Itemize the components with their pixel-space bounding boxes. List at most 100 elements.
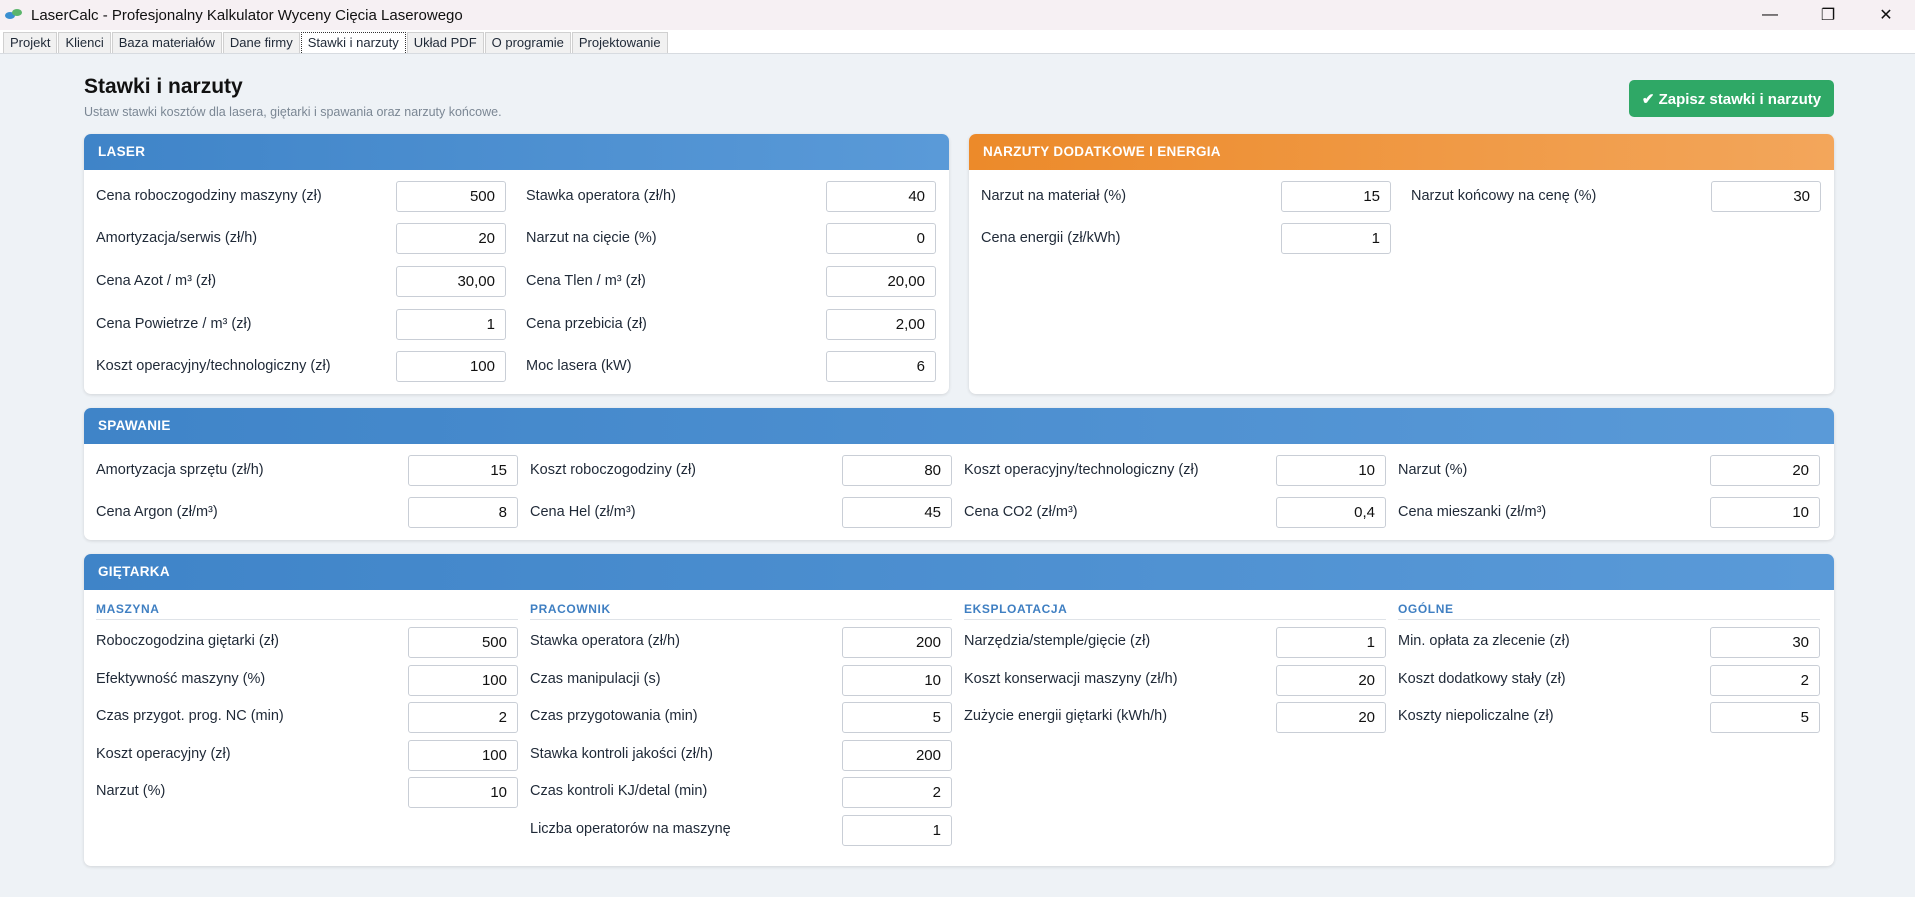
field-label: Efektywność maszyny (%) (96, 671, 266, 687)
field-label: Koszt operacyjny/technologiczny (zł) (96, 358, 331, 374)
energy-price-input[interactable]: 1 (1281, 223, 1391, 254)
press-brake-card: GIĘTARKA MASZYNA Roboczogodzina giętarki… (84, 554, 1834, 866)
field-label: Czas kontroli KJ/detal (min) (530, 783, 708, 799)
press-brake-operational-cost-input[interactable]: 100 (408, 740, 518, 771)
final-price-markup-input[interactable]: 30 (1711, 181, 1821, 212)
tab-o-programie[interactable]: O programie (484, 32, 571, 53)
machine-efficiency-input[interactable]: 100 (408, 665, 518, 696)
section-divider (1398, 619, 1820, 620)
laser-amortization-input[interactable]: 20 (396, 223, 506, 254)
minimize-button[interactable]: — (1741, 0, 1799, 30)
laser-air-price-input[interactable]: 1 (396, 309, 506, 340)
laser-oxygen-price-input[interactable]: 20,00 (826, 266, 936, 297)
app-logo-icon (5, 9, 23, 21)
field-label: Czas przygotowania (min) (530, 708, 698, 724)
field-label: Cena Azot / m³ (zł) (96, 273, 217, 289)
welding-card-header: SPAWANIE (84, 408, 1834, 444)
close-button[interactable]: ✕ (1857, 0, 1915, 30)
argon-price-input[interactable]: 8 (408, 497, 518, 528)
unaccounted-costs-input[interactable]: 5 (1710, 702, 1820, 733)
press-brake-markup-input[interactable]: 10 (408, 777, 518, 808)
field-label: Amortyzacja/serwis (zł/h) (96, 230, 258, 246)
field-label: Narzut (%) (96, 783, 166, 799)
tab-projektowanie[interactable]: Projektowanie (571, 32, 668, 53)
field-label: Zużycie energii giętarki (kWh/h) (964, 708, 1168, 724)
field-label: Narzut na cięcie (%) (526, 230, 657, 246)
save-rates-button[interactable]: ✔ Zapisz stawki i narzuty (1629, 80, 1834, 117)
title-bar: LaserCalc - Profesjonalny Kalkulator Wyc… (0, 0, 1915, 30)
field-label: Stawka operatora (zł/h) (526, 188, 676, 204)
field-label: Cena mieszanki (zł/m³) (1398, 504, 1547, 520)
field-label: Cena Tlen / m³ (zł) (526, 273, 646, 289)
section-title-maszyna: MASZYNA (96, 602, 160, 616)
welding-operational-cost-input[interactable]: 10 (1276, 455, 1386, 486)
field-label: Cena roboczogodziny maszyny (zł) (96, 188, 322, 204)
markups-card: NARZUTY DODATKOWE I ENERGIA Narzut na ma… (969, 134, 1834, 394)
field-label: Amortyzacja sprzętu (zł/h) (96, 462, 264, 478)
section-title-ogolne: OGÓLNE (1398, 602, 1454, 616)
welding-labor-hour-cost-input[interactable]: 80 (842, 455, 952, 486)
press-brake-energy-input[interactable]: 20 (1276, 702, 1386, 733)
main-tab-bar: Projekt Klienci Baza materiałów Dane fir… (0, 30, 1915, 54)
laser-card: LASER Cena roboczogodziny maszyny (zł) 5… (84, 134, 949, 394)
operators-per-machine-input[interactable]: 1 (842, 815, 952, 846)
co2-price-input[interactable]: 0,4 (1276, 497, 1386, 528)
fixed-extra-cost-input[interactable]: 2 (1710, 665, 1820, 696)
gas-mix-price-input[interactable]: 10 (1710, 497, 1820, 528)
field-label: Cena Powietrze / m³ (zł) (96, 316, 252, 332)
min-order-fee-input[interactable]: 30 (1710, 627, 1820, 658)
handling-time-input[interactable]: 10 (842, 665, 952, 696)
laser-card-header: LASER (84, 134, 949, 170)
laser-power-input[interactable]: 6 (826, 351, 936, 382)
page-title: Stawki i narzuty (84, 75, 243, 98)
field-label: Cena energii (zł/kWh) (981, 230, 1121, 246)
maintenance-cost-input[interactable]: 20 (1276, 665, 1386, 696)
field-label: Cena przebicia (zł) (526, 316, 647, 332)
field-label: Czas przygot. prog. NC (min) (96, 708, 284, 724)
field-label: Koszty niepoliczalne (zł) (1398, 708, 1554, 724)
field-label: Koszt operacyjny (zł) (96, 746, 231, 762)
field-label: Cena Hel (zł/m³) (530, 504, 636, 520)
laser-nitrogen-price-input[interactable]: 30,00 (396, 266, 506, 297)
setup-time-input[interactable]: 5 (842, 702, 952, 733)
laser-machine-hour-rate-input[interactable]: 500 (396, 181, 506, 212)
laser-cut-markup-input[interactable]: 0 (826, 223, 936, 254)
welding-markup-input[interactable]: 20 (1710, 455, 1820, 486)
field-label: Narzut na materiał (%) (981, 188, 1127, 204)
worker-operator-rate-input[interactable]: 200 (842, 627, 952, 658)
field-label: Koszt dodatkowy stały (zł) (1398, 671, 1566, 687)
section-divider (964, 619, 1386, 620)
field-label: Cena CO2 (zł/m³) (964, 504, 1078, 520)
press-brake-hour-rate-input[interactable]: 500 (408, 627, 518, 658)
welding-card: SPAWANIE Amortyzacja sprzętu (zł/h) 15 K… (84, 408, 1834, 540)
press-brake-card-header: GIĘTARKA (84, 554, 1834, 590)
tab-projekt[interactable]: Projekt (3, 32, 58, 53)
tab-klienci[interactable]: Klienci (58, 32, 111, 53)
field-label: Koszt konserwacji maszyny (zł/h) (964, 671, 1178, 687)
laser-pierce-price-input[interactable]: 2,00 (826, 309, 936, 340)
tab-baza-materialow[interactable]: Baza materiałów (111, 32, 222, 53)
qc-time-per-part-input[interactable]: 2 (842, 777, 952, 808)
qc-rate-input[interactable]: 200 (842, 740, 952, 771)
maximize-button[interactable]: ❐ (1799, 0, 1857, 30)
field-label: Cena Argon (zł/m³) (96, 504, 218, 520)
tab-uklad-pdf[interactable]: Układ PDF (406, 32, 484, 53)
field-label: Min. opłata za zlecenie (zł) (1398, 633, 1570, 649)
section-title-pracownik: PRACOWNIK (530, 602, 611, 616)
window-controls: — ❐ ✕ (1741, 0, 1915, 30)
field-label: Koszt roboczogodziny (zł) (530, 462, 697, 478)
laser-operational-cost-input[interactable]: 100 (396, 351, 506, 382)
field-label: Stawka operatora (zł/h) (530, 633, 680, 649)
field-label: Narzędzia/stemple/gięcie (zł) (964, 633, 1151, 649)
field-label: Stawka kontroli jakości (zł/h) (530, 746, 713, 762)
window-title: LaserCalc - Profesjonalny Kalkulator Wyc… (31, 6, 463, 24)
laser-operator-rate-input[interactable]: 40 (826, 181, 936, 212)
welding-equipment-amortization-input[interactable]: 15 (408, 455, 518, 486)
helium-price-input[interactable]: 45 (842, 497, 952, 528)
nc-prep-time-input[interactable]: 2 (408, 702, 518, 733)
markups-card-header: NARZUTY DODATKOWE I ENERGIA (969, 134, 1834, 170)
tools-per-bend-input[interactable]: 1 (1276, 627, 1386, 658)
material-markup-input[interactable]: 15 (1281, 181, 1391, 212)
tab-dane-firmy[interactable]: Dane firmy (222, 32, 300, 53)
tab-stawki-i-narzuty[interactable]: Stawki i narzuty (300, 32, 406, 53)
